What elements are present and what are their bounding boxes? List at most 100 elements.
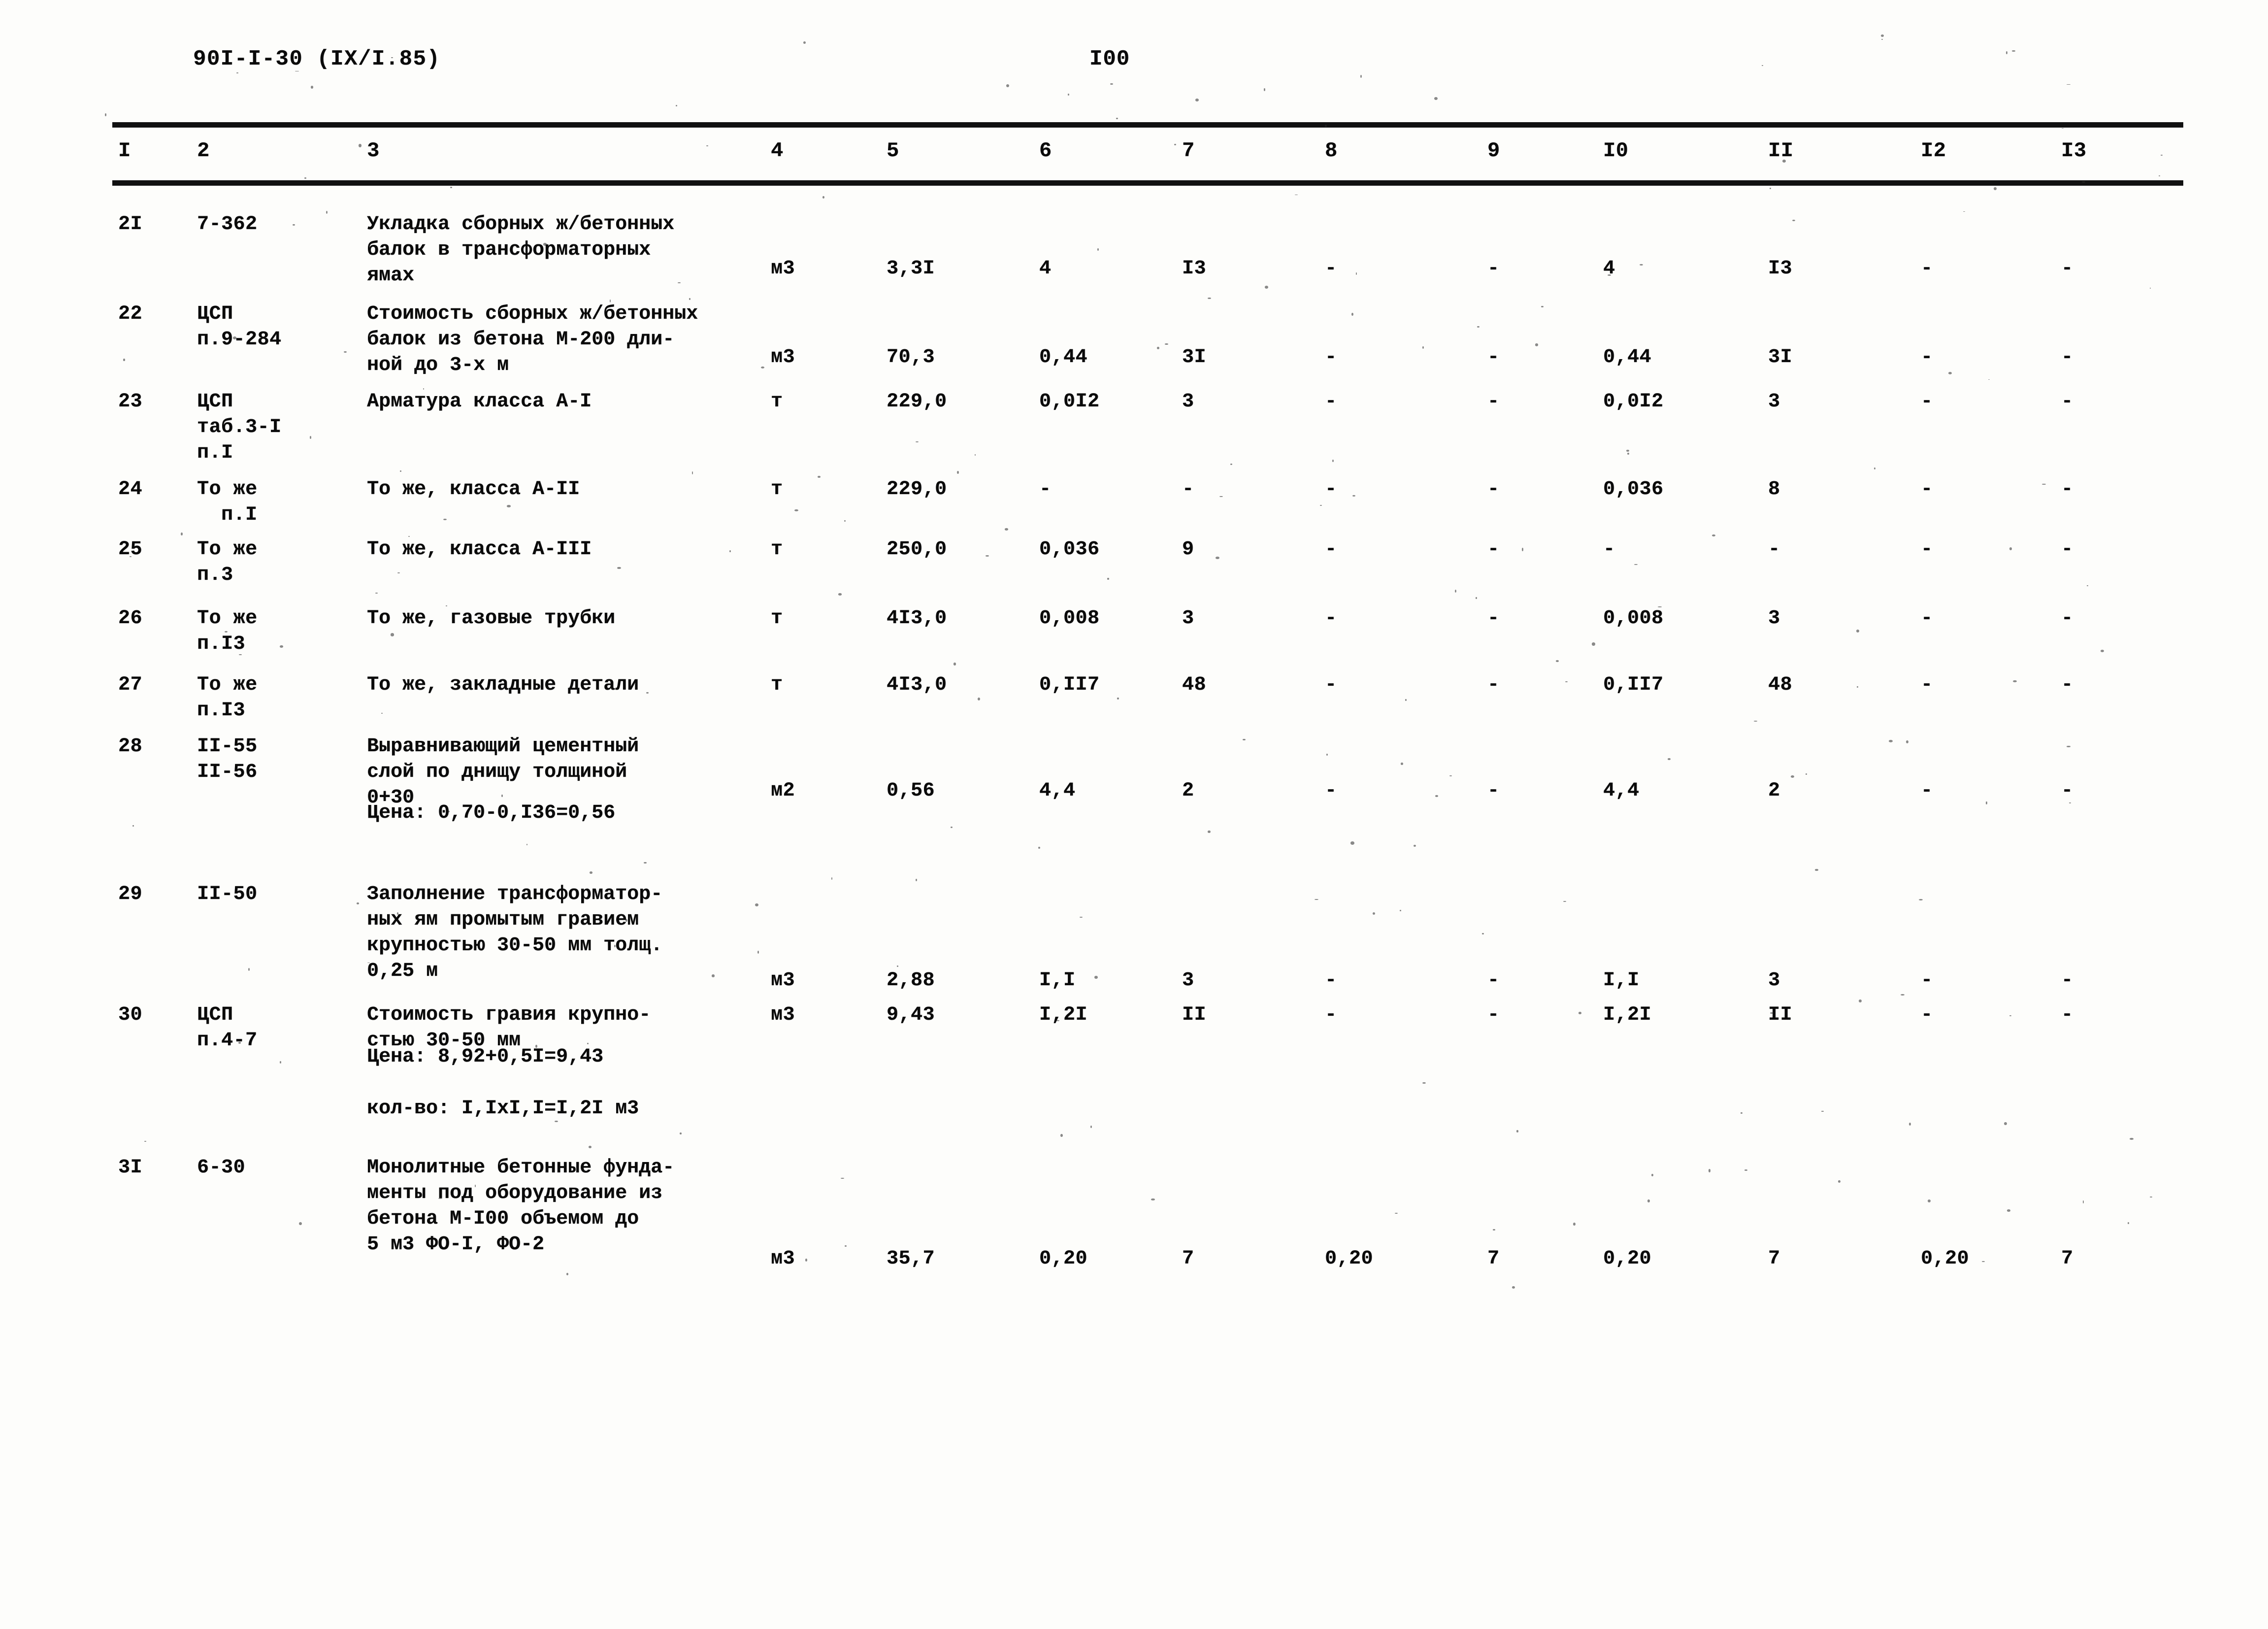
column-header-3: 3 [367,139,380,163]
row-col6-value: - [1039,478,1052,500]
row-number: 24 [118,478,143,500]
column-header-1: I [118,139,131,163]
row-col12-value: - [1921,538,1933,561]
row-col13-value: - [2061,478,2073,500]
row-code: ЦСП таб.3-I п.I [197,391,282,464]
row-number: 29 [118,883,143,905]
row-code: II-50 [197,883,258,905]
row-number: 30 [118,1004,143,1026]
row-col10-value: I,2I [1603,1004,1652,1026]
row-col10-value: I,I [1603,969,1640,992]
row-col5-value: 250,0 [887,538,947,561]
row-col12-value: - [1921,478,1933,500]
row-description-line: слой по днищу толщиной [367,761,627,783]
row-description-line: крупностью 30-50 мм толщ. [367,934,663,957]
row-col5-value: 3,3I [887,258,935,280]
row-col9-value: - [1487,391,1500,413]
row-col11-value: 3 [1768,391,1780,413]
scanned-page: 90I-I-30 (IX/I.85) I00 I 2 3 4 5 6 7 8 9 I0 II I2 I3… [0,0,2268,1629]
row-col13-value: - [2061,346,2073,368]
row-col9-value: 7 [1487,1248,1500,1270]
row-col9-value: - [1487,346,1500,368]
row-col9-value: - [1487,607,1500,630]
row-col13-value: - [2061,607,2073,630]
row-col9-value: - [1487,258,1500,280]
row-description-line: 0,25 м [367,960,438,982]
row-col6-value: I,2I [1039,1004,1088,1026]
row-col8-value: - [1325,1004,1337,1026]
row-col5-value: 9,43 [887,1004,935,1026]
row-code: То же п.3 [197,538,258,586]
row-description-line: ных ям промытым гравием [367,909,639,931]
cost-estimate-table: I 2 3 4 5 6 7 8 9 I0 II I2 I3 2I 7-362 Укладка сборных … [0,0,2268,1629]
row-col5-value: 229,0 [887,391,947,413]
column-header-4: 4 [771,139,784,163]
row-col10-value: 0,008 [1603,607,1664,630]
row-col7-value: I3 [1182,258,1207,280]
row-col9-value: - [1487,538,1500,561]
row-col13-value: - [2061,780,2073,802]
row-col12-value: - [1921,780,1933,802]
row-unit: м2 [771,780,795,802]
column-header-9: 9 [1487,139,1500,163]
row-description-line: То же, класса А-III [367,538,592,561]
row-description-line: То же, закладные детали [367,674,639,696]
row-col6-value: 0,008 [1039,607,1100,630]
row-code: То же п.I3 [197,674,258,722]
row-col11-value: - [1768,538,1780,561]
row-col12-value: - [1921,346,1933,368]
row-col10-value: 0,20 [1603,1248,1652,1270]
row-description-line: 5 м3 ФО-I, ФО-2 [367,1233,545,1256]
row-code: ЦСП п.4-7 [197,1004,258,1052]
row-col10-value: 0,036 [1603,478,1664,500]
row-description-line: ямах [367,265,415,287]
row-unit: т [771,478,783,500]
column-header-5: 5 [887,139,899,163]
row-description-line: Укладка сборных ж/бетонных [367,213,675,235]
row-col8-value: 0,20 [1325,1248,1374,1270]
row-description-line: Стоимость сборных ж/бетонных [367,303,698,325]
row-description-line: балок из бетона М-200 дли- [367,329,675,351]
row-col7-value: 3 [1182,969,1194,992]
column-header-13: I3 [2061,139,2087,163]
row-col9-value: - [1487,1004,1500,1026]
row-description-line: бетона М-I00 объемом до [367,1208,639,1230]
row-number: 23 [118,391,143,413]
row-col8-value: - [1325,969,1337,992]
row-col6-value: 4 [1039,258,1052,280]
row-col9-value: - [1487,478,1500,500]
row-number: 25 [118,538,143,561]
row-col10-value: 4,4 [1603,780,1640,802]
row-description-line: Заполнение трансформатор- [367,883,663,905]
row-number: 22 [118,303,143,325]
row-col11-value: 48 [1768,674,1793,696]
row-col7-value: 3 [1182,391,1194,413]
row-col13-value: - [2061,258,2073,280]
row-col9-value: - [1487,780,1500,802]
row-col7-value: II [1182,1004,1207,1026]
row-unit: т [771,538,783,561]
row-col8-value: - [1325,478,1337,500]
row-description-line: Выравнивающий цементный [367,735,639,758]
row-col13-value: - [2061,391,2073,413]
row-col10-value: 0,44 [1603,346,1652,368]
row-col8-value: - [1325,674,1337,696]
row-unit: м3 [771,346,795,368]
row-col10-value: 4 [1603,258,1615,280]
row-col7-value: 9 [1182,538,1194,561]
row-number: 3I [118,1157,143,1179]
row-col11-value: 3 [1768,607,1780,630]
row-description-line: Арматура класса А-I [367,391,592,413]
row-col12-value: - [1921,607,1933,630]
row-col5-value: 70,3 [887,346,935,368]
row-col10-value: 0,II7 [1603,674,1664,696]
row-col6-value: 0,0I2 [1039,391,1100,413]
row-col7-value: 48 [1182,674,1207,696]
row-description-line: Стоимость гравия крупно- [367,1004,651,1026]
row-number: 2I [118,213,143,235]
column-header-12: I2 [1921,139,1946,163]
row-col7-value: 2 [1182,780,1194,802]
row-col6-value: I,I [1039,969,1076,992]
row-col5-value: 4I3,0 [887,674,947,696]
row-note-secondary: кол-во: I,IxI,I=I,2I м3 [367,1097,639,1120]
